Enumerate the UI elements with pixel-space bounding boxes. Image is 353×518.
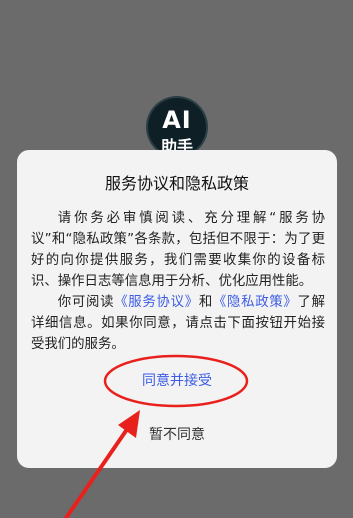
screen: AI 助手 服务协议和隐私政策 请你务必审慎阅读、充分理解“服务协议”和“隐私政… bbox=[0, 0, 353, 518]
dialog-paragraph-1: 请你务必审慎阅读、充分理解“服务协议”和“隐私政策”各条款，包括但不限于：为了更… bbox=[31, 211, 325, 289]
paragraph-2-intro: 你可阅读 bbox=[57, 295, 115, 310]
dialog-title: 服务协议和隐私政策 bbox=[104, 174, 249, 193]
agree-accept-button[interactable]: 同意并接受 bbox=[17, 370, 337, 390]
privacy-policy-link[interactable]: 《隐私政策》 bbox=[213, 295, 298, 310]
paragraph-2-and: 和 bbox=[198, 295, 213, 310]
logo-text-ai: AI bbox=[162, 106, 192, 134]
service-agreement-link[interactable]: 《服务协议》 bbox=[114, 295, 199, 310]
privacy-dialog: 服务协议和隐私政策 请你务必审慎阅读、充分理解“服务协议”和“隐私政策”各条款，… bbox=[17, 150, 337, 468]
dialog-paragraph-2: 你可阅读《服务协议》和《隐私政策》了解详细信息。如果你同意，请点击下面按钮开始接… bbox=[31, 292, 325, 355]
decline-button[interactable]: 暂不同意 bbox=[17, 424, 337, 444]
app-logo-icon: AI 助手 bbox=[148, 98, 206, 156]
dialog-body: 请你务必审慎阅读、充分理解“服务协议”和“隐私政策”各条款，包括但不限于：为了更… bbox=[31, 208, 325, 355]
